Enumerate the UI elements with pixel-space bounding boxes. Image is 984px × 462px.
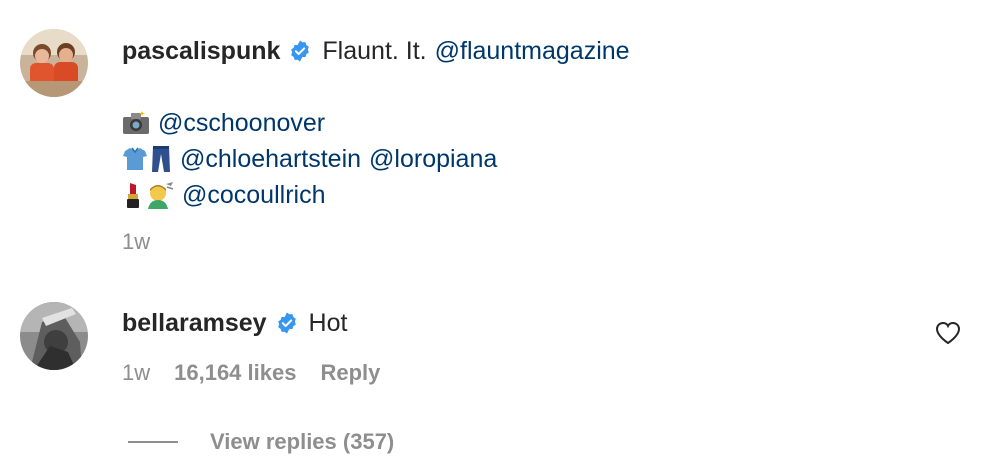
mention-link[interactable]: @loropiana (369, 143, 497, 175)
verified-badge-icon (275, 311, 299, 335)
credit-icons (122, 181, 174, 209)
divider (128, 441, 178, 443)
view-replies-button[interactable]: View replies (357) (210, 429, 394, 455)
like-heart-icon[interactable] (935, 321, 961, 345)
timestamp[interactable]: 1w (122, 360, 150, 386)
mention-link[interactable]: @flauntmagazine (435, 35, 630, 67)
verified-badge-icon (288, 39, 312, 63)
view-replies: View replies (357) (128, 428, 394, 456)
caption-text: Flaunt. It. (322, 37, 427, 65)
credit-line: @cocoullrich (122, 179, 325, 211)
username[interactable]: pascalispunk (122, 35, 280, 67)
comment-header: pascalispunk Flaunt. It. @flauntmagazine (122, 35, 630, 67)
reply-button[interactable]: Reply (320, 360, 380, 386)
mention-link[interactable]: @cocoullrich (182, 179, 325, 211)
credit-line: @chloehartstein @loropiana (122, 143, 497, 175)
mention-link[interactable]: @chloehartstein (180, 143, 361, 175)
credit-line: @cschoonover (122, 107, 325, 139)
likes-count[interactable]: 16,164 likes (174, 360, 296, 386)
comment-header: bellaramsey Hot (122, 307, 347, 339)
lipstick-icon (122, 181, 144, 209)
avatar[interactable] (20, 29, 88, 97)
camera-icon (122, 110, 150, 136)
shirt-icon (122, 146, 148, 172)
comment-meta: 1w (122, 229, 150, 255)
credit-icons (122, 145, 172, 173)
comment-text: Hot (308, 309, 348, 337)
username[interactable]: bellaramsey (122, 307, 267, 339)
mention-link[interactable]: @cschoonover (158, 107, 325, 139)
comment-meta: 1w 16,164 likes Reply (122, 360, 380, 386)
avatar[interactable] (20, 302, 88, 370)
hairdresser-icon (146, 181, 174, 209)
timestamp[interactable]: 1w (122, 229, 150, 255)
jeans-icon (150, 145, 172, 173)
